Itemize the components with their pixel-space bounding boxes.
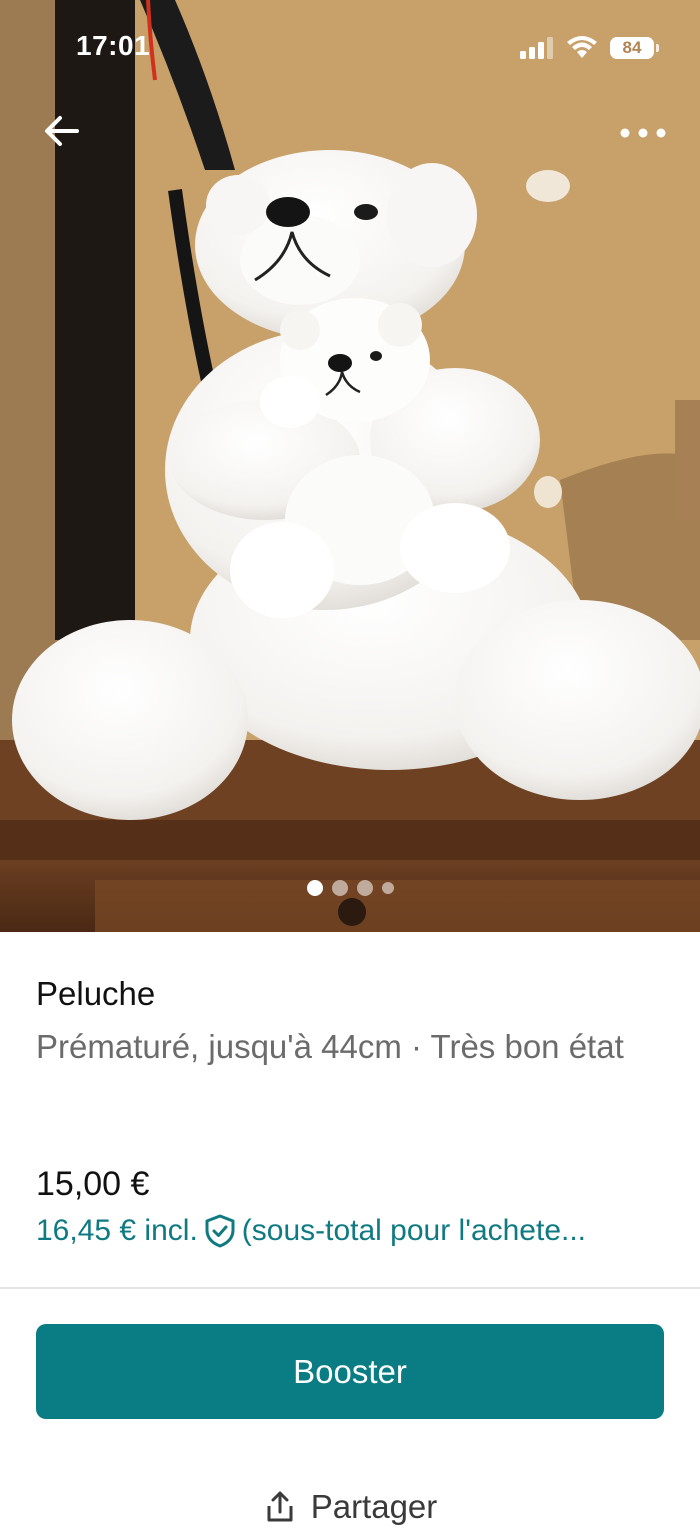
buyer-price-note: (sous-total pour l'achete... <box>241 1214 587 1247</box>
cellular-signal-icon <box>520 37 553 59</box>
section-divider <box>0 1287 700 1289</box>
booster-button[interactable]: Booster <box>36 1324 664 1419</box>
status-icons: 84 <box>520 34 659 62</box>
more-options-button[interactable] <box>618 112 668 154</box>
share-icon <box>267 1491 293 1522</box>
gallery-dot-3[interactable] <box>356 880 373 896</box>
gallery-dot-2[interactable] <box>331 880 348 896</box>
buyer-protection-price[interactable]: 16,45 € incl. (sous-total pour l'achete.… <box>36 1210 676 1252</box>
item-size-condition: Prématuré, jusqu'à 44cm · Très bon état <box>36 1028 624 1065</box>
share-label: Partager <box>310 1488 438 1525</box>
shield-check-icon <box>205 1214 235 1248</box>
gallery-dot-1[interactable] <box>306 880 323 896</box>
item-details: Peluche Prématuré, jusqu'à 44cm · Très b… <box>36 972 666 1072</box>
gallery-dot-4[interactable] <box>381 882 394 894</box>
item-title: Peluche <box>36 975 156 1012</box>
status-bar: 17:01 84 <box>0 0 700 95</box>
wifi-icon <box>567 36 597 58</box>
share-button[interactable]: Partager <box>0 1488 700 1526</box>
arrow-left-icon <box>45 116 79 146</box>
item-photo[interactable]: 17:01 84 <box>0 0 700 932</box>
teddy-bear-photo <box>0 0 700 932</box>
status-time: 17:01 <box>76 30 151 61</box>
item-price: 15,00 € <box>36 1165 150 1203</box>
gallery-pagination <box>0 880 700 896</box>
battery-indicator: 84 <box>610 37 659 59</box>
buyer-price-amount: 16,45 € incl. <box>36 1214 198 1247</box>
more-horizontal-icon <box>620 128 666 138</box>
back-button[interactable] <box>38 108 84 154</box>
